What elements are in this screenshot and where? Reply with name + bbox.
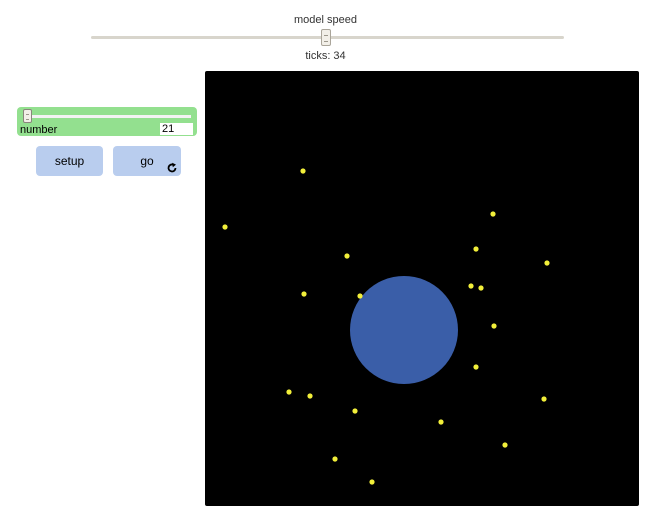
particle	[301, 291, 307, 297]
particle	[286, 389, 292, 395]
particle	[473, 246, 479, 252]
model-speed-thumb[interactable]	[321, 29, 331, 46]
particle	[357, 293, 363, 299]
center-disc	[350, 276, 458, 384]
go-button-label: go	[140, 154, 154, 168]
particle	[300, 168, 306, 174]
particle	[307, 393, 313, 399]
model-speed-label: model speed	[294, 14, 357, 26]
number-slider[interactable]: number 21	[17, 107, 197, 136]
number-slider-thumb[interactable]	[23, 109, 32, 123]
setup-button[interactable]: setup	[36, 146, 103, 176]
particle	[344, 253, 350, 259]
number-slider-value[interactable]: 21	[160, 123, 193, 135]
forever-arrow-icon	[167, 162, 177, 173]
world-view[interactable]	[205, 71, 639, 506]
world-canvas	[222, 168, 550, 485]
particle	[438, 419, 444, 425]
particle	[490, 211, 496, 217]
particle	[502, 442, 508, 448]
particle	[541, 396, 547, 402]
setup-button-label: setup	[54, 154, 85, 168]
particle	[369, 479, 375, 485]
number-slider-track[interactable]	[23, 115, 191, 118]
particle	[473, 364, 479, 370]
particle	[352, 408, 358, 414]
particle	[544, 260, 550, 266]
ticks-counter: ticks: 34	[305, 50, 346, 62]
particle	[332, 456, 338, 462]
particle	[491, 323, 497, 329]
particle	[478, 285, 484, 291]
particle	[468, 283, 474, 289]
go-button[interactable]: go	[113, 146, 181, 176]
particle	[222, 224, 228, 230]
number-slider-label: number	[20, 124, 58, 136]
